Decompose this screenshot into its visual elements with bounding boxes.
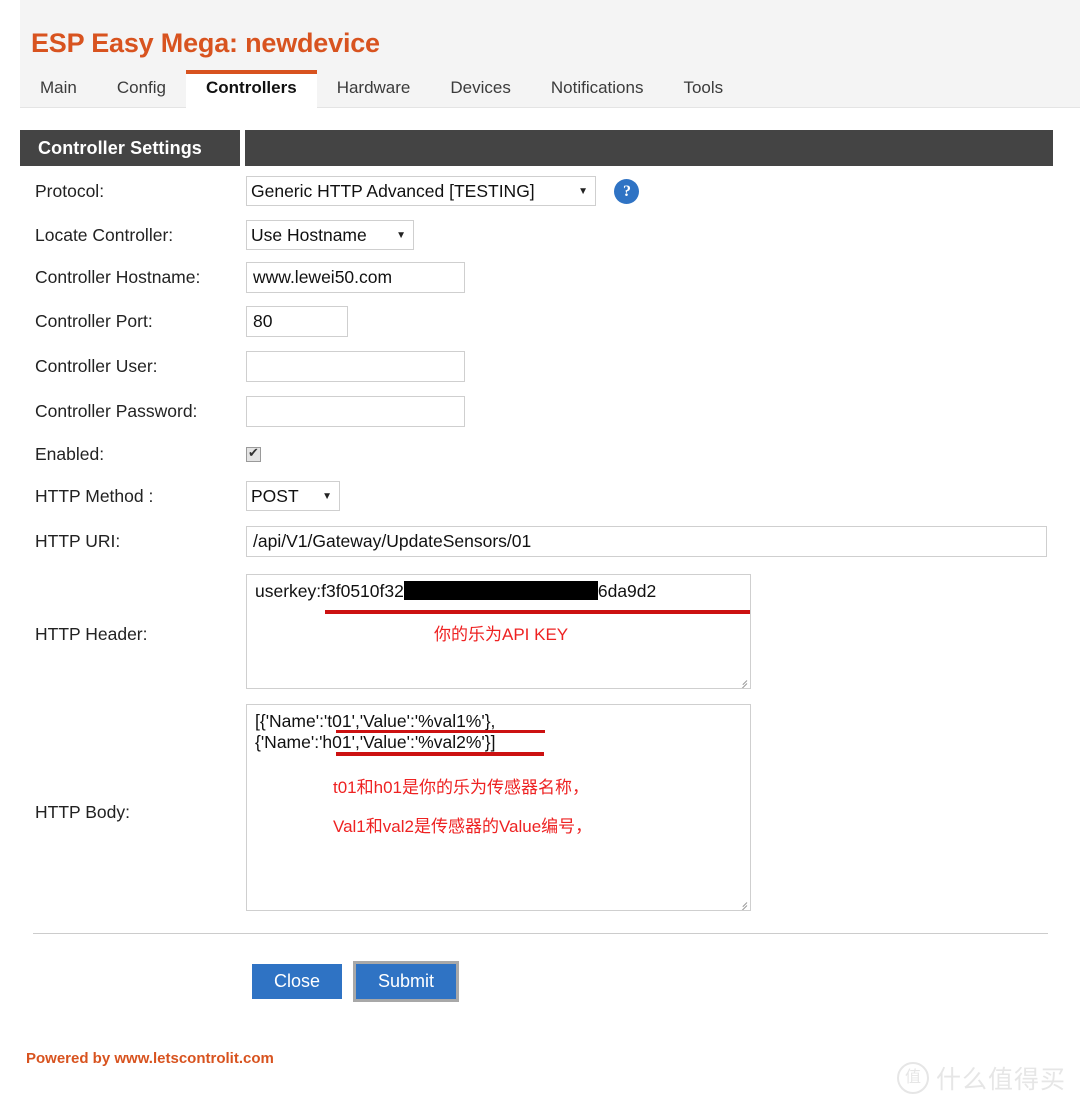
http-header-value-suffix: 6da9d2 bbox=[597, 581, 657, 601]
row-http-body: HTTP Body: [{'Name':'t01','Value':'%val1… bbox=[20, 704, 1060, 919]
port-field bbox=[246, 306, 1060, 337]
hostname-field bbox=[246, 262, 1060, 293]
http-header-value-prefix: userkey:f3f0510f32 bbox=[255, 581, 404, 601]
tab-controllers[interactable]: Controllers bbox=[186, 70, 317, 108]
http-body-line-2: {'Name':'h01','Value':'%val2%'}] bbox=[255, 732, 496, 753]
http-method-field: POST ▼ bbox=[246, 481, 1060, 511]
locate-controller-select-wrap: Use Hostname ▼ bbox=[246, 220, 414, 250]
http-method-label: HTTP Method : bbox=[35, 486, 154, 506]
watermark-badge-icon: 值 bbox=[896, 1062, 929, 1094]
enabled-checkbox[interactable] bbox=[246, 445, 261, 462]
http-body-annotation-2: Val1和val2是传感器的Value编号， bbox=[333, 817, 593, 836]
row-user: Controller User: bbox=[20, 351, 1060, 396]
http-method-select-wrap: POST ▼ bbox=[246, 481, 340, 511]
http-uri-input[interactable] bbox=[246, 526, 1047, 557]
enabled-field bbox=[246, 439, 1060, 467]
main-navigation-tabs: Main Config Controllers Hardware Devices… bbox=[20, 70, 743, 108]
row-password: Controller Password: bbox=[20, 396, 1060, 439]
http-header-textarea[interactable]: userkey:f3f0510f32 6da9d2 你的乐为API KEY bbox=[246, 574, 751, 689]
row-http-header: HTTP Header: userkey:f3f0510f32 6da9d2 你的… bbox=[20, 574, 1060, 704]
row-port: Controller Port: bbox=[20, 306, 1060, 351]
watermark-text: 什么值得买 bbox=[935, 1065, 1066, 1094]
annotation-underline-header bbox=[325, 610, 750, 614]
locate-controller-select[interactable]: Use Hostname bbox=[246, 220, 414, 250]
annotation-underline-body-1 bbox=[336, 730, 545, 733]
section-header: Controller Settings bbox=[20, 130, 1053, 166]
resize-grip-icon[interactable] bbox=[736, 897, 748, 910]
http-header-field: userkey:f3f0510f32 6da9d2 你的乐为API KEY bbox=[246, 574, 1060, 689]
user-field bbox=[246, 351, 1060, 382]
http-body-textarea[interactable]: [{'Name':'t01','Value':'%val1%'}, {'Name… bbox=[246, 704, 751, 911]
tab-tools[interactable]: Tools bbox=[663, 71, 743, 108]
row-protocol: Protocol: Generic HTTP Advanced [TESTING… bbox=[20, 176, 1060, 220]
locate-controller-label: Locate Controller: bbox=[35, 225, 174, 245]
annotation-underline-body-2 bbox=[336, 752, 544, 756]
page-title: ESP Easy Mega: newdevice bbox=[31, 28, 380, 58]
row-http-uri: HTTP URI: bbox=[20, 526, 1060, 574]
row-locate-controller: Locate Controller: Use Hostname ▼ bbox=[20, 220, 1060, 262]
enabled-label: Enabled: bbox=[35, 444, 105, 464]
port-input[interactable] bbox=[246, 306, 348, 337]
http-body-annotation-1: t01和h01是你的乐为传感器名称， bbox=[333, 778, 589, 797]
user-input[interactable] bbox=[246, 351, 465, 382]
http-header-value-line: userkey:f3f0510f32 6da9d2 bbox=[255, 581, 742, 602]
hostname-label: Controller Hostname: bbox=[35, 267, 201, 287]
help-question-icon[interactable]: ? bbox=[614, 178, 640, 204]
http-header-label: HTTP Header: bbox=[35, 624, 148, 644]
protocol-select[interactable]: Generic HTTP Advanced [TESTING] bbox=[246, 176, 596, 206]
section-header-title: Controller Settings bbox=[20, 130, 240, 166]
controller-settings-form: Protocol: Generic HTTP Advanced [TESTING… bbox=[20, 176, 1060, 919]
resize-grip-icon[interactable] bbox=[736, 675, 748, 688]
http-uri-field bbox=[246, 526, 1060, 557]
tab-devices[interactable]: Devices bbox=[430, 71, 530, 108]
redaction-bar bbox=[403, 581, 598, 600]
protocol-select-wrap: Generic HTTP Advanced [TESTING] ▼ bbox=[246, 176, 596, 206]
form-divider bbox=[33, 933, 1048, 934]
tab-hardware[interactable]: Hardware bbox=[317, 71, 431, 108]
http-body-label: HTTP Body: bbox=[35, 802, 130, 822]
password-input[interactable] bbox=[246, 396, 465, 427]
tab-main[interactable]: Main bbox=[20, 71, 97, 108]
http-uri-label: HTTP URI: bbox=[35, 531, 121, 551]
submit-button[interactable]: Submit bbox=[353, 961, 460, 1002]
watermark: 值 什么值得买 bbox=[896, 1060, 1066, 1096]
tab-config[interactable]: Config bbox=[97, 71, 186, 108]
form-actions: Close Submit bbox=[252, 961, 460, 1002]
password-field bbox=[246, 396, 1060, 427]
close-button[interactable]: Close bbox=[252, 964, 343, 999]
http-body-field: [{'Name':'t01','Value':'%val1%'}, {'Name… bbox=[246, 704, 1060, 911]
footer-credit: Powered by www.letscontrolit.com bbox=[26, 1050, 274, 1067]
protocol-field: Generic HTTP Advanced [TESTING] ▼ ? bbox=[246, 176, 1060, 206]
http-method-select[interactable]: POST bbox=[246, 481, 340, 511]
section-header-filler bbox=[245, 130, 1053, 166]
row-http-method: HTTP Method : POST ▼ bbox=[20, 481, 1060, 526]
tab-notifications[interactable]: Notifications bbox=[531, 71, 664, 108]
http-header-annotation: 你的乐为API KEY bbox=[434, 625, 569, 644]
password-label: Controller Password: bbox=[35, 401, 198, 421]
hostname-input[interactable] bbox=[246, 262, 465, 293]
port-label: Controller Port: bbox=[35, 311, 153, 331]
row-enabled: Enabled: bbox=[20, 439, 1060, 481]
user-label: Controller User: bbox=[35, 356, 158, 376]
protocol-label: Protocol: bbox=[35, 181, 105, 201]
locate-controller-field: Use Hostname ▼ bbox=[246, 220, 1060, 250]
row-hostname: Controller Hostname: bbox=[20, 262, 1060, 306]
